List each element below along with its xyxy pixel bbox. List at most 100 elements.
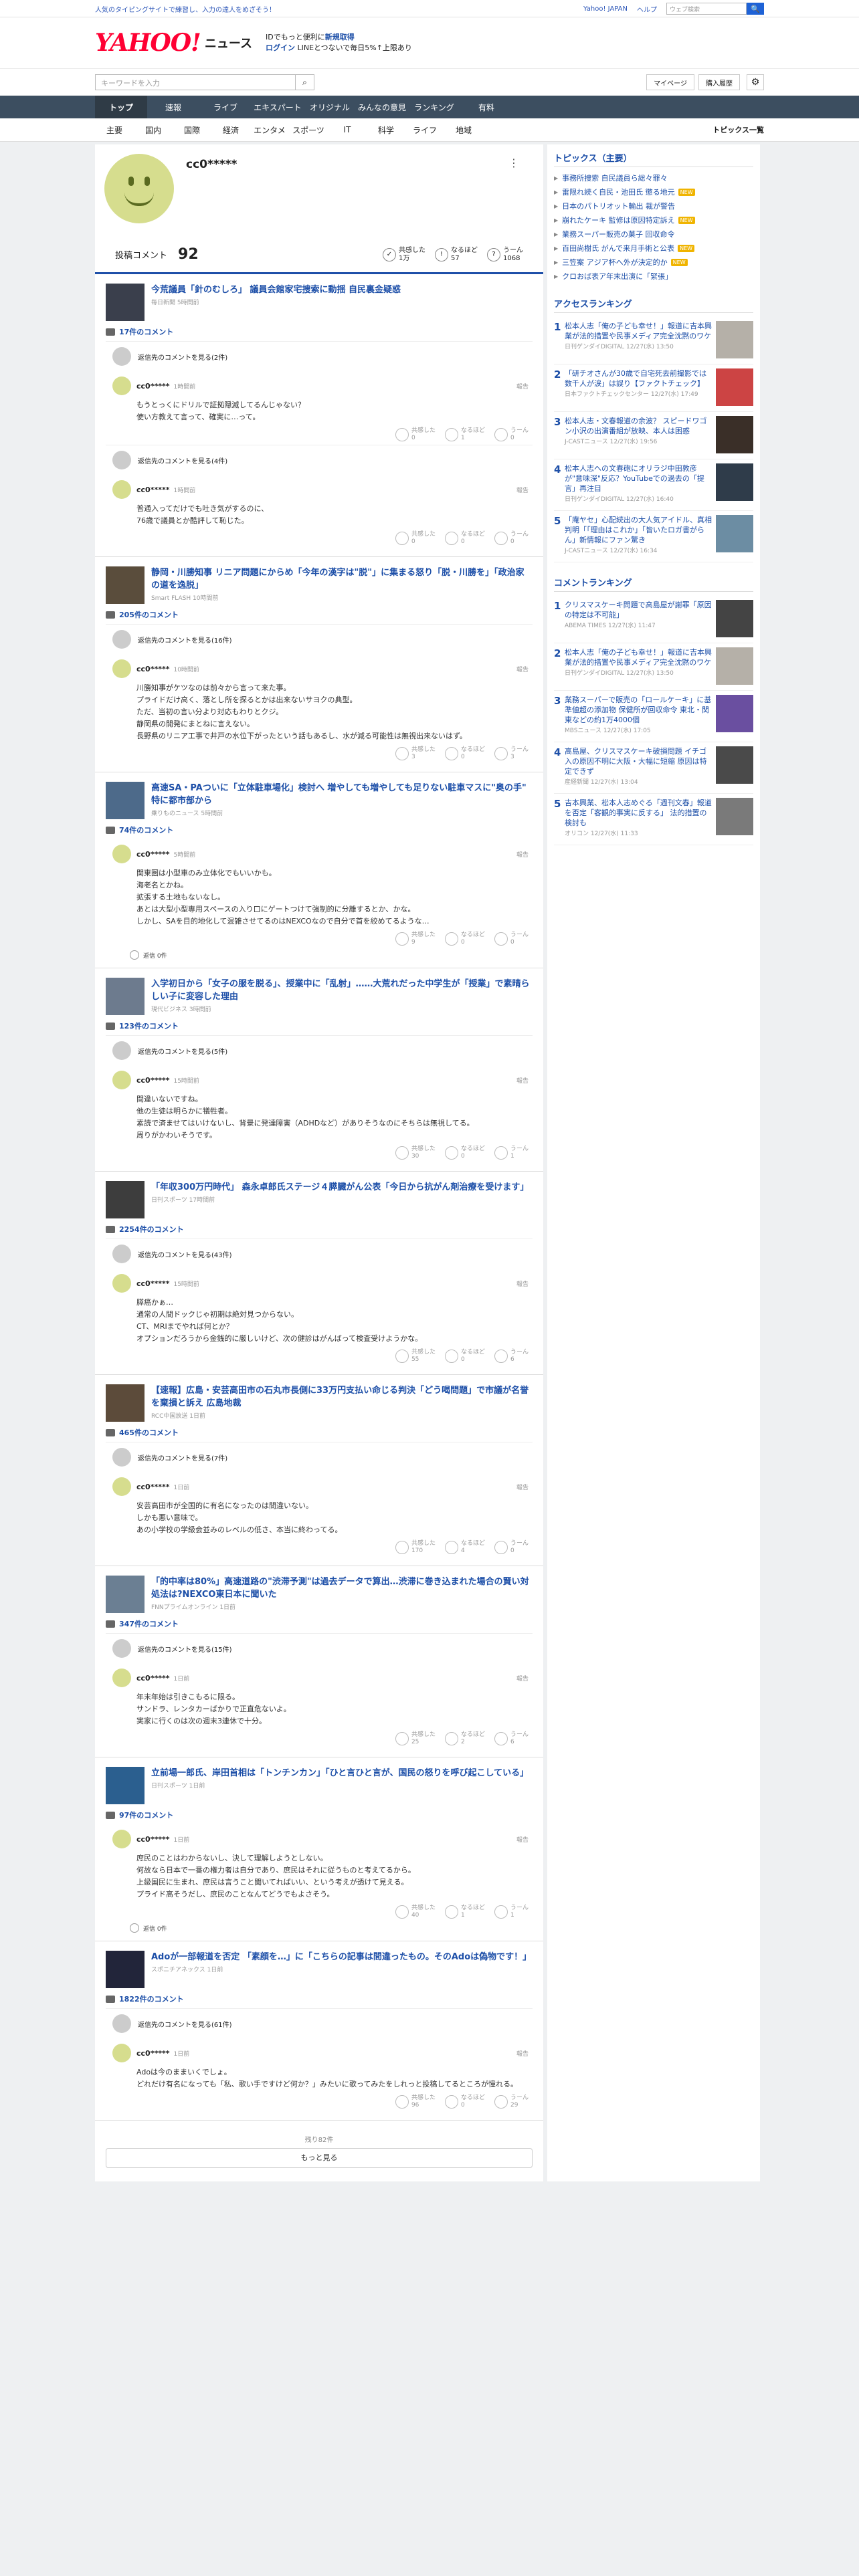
subnav-item[interactable]: ライフ bbox=[405, 124, 444, 136]
rank-thumbnail[interactable] bbox=[716, 515, 753, 552]
reaction-naruhodo-button[interactable]: なるほど 0 bbox=[444, 1146, 485, 1160]
reply-count-text[interactable]: 返信 0件 bbox=[143, 951, 167, 960]
reaction-un-button[interactable]: うーん 0 bbox=[494, 932, 529, 946]
subnav-item[interactable]: 主要 bbox=[95, 124, 134, 136]
nav-tab[interactable]: 有料 bbox=[460, 96, 512, 118]
article-thumbnail[interactable] bbox=[106, 978, 145, 1015]
comment-count-link[interactable]: 97件のコメント bbox=[106, 1810, 533, 1820]
nav-tab[interactable]: トップ bbox=[95, 96, 147, 118]
topic-item[interactable]: ▶ クロおば表ア年末出演に「緊張」 bbox=[554, 270, 753, 284]
comment-ranking-item[interactable]: 4 高島屋、クリスマスケーキ破損問題 イチゴ入の原因不明に大阪・大幅に短縮 原因は… bbox=[554, 742, 753, 794]
yahoo-japan-link[interactable]: Yahoo! JAPAN bbox=[583, 5, 628, 13]
comment-count-text[interactable]: 465件のコメント bbox=[119, 1427, 179, 1438]
article-thumbnail[interactable] bbox=[106, 1951, 145, 1988]
article-title[interactable]: 今荒議員「針のむしろ」 議員会館家宅捜索に動揺 自民裏金疑惑 bbox=[151, 284, 401, 296]
topic-item[interactable]: ▶ 三笠案 アジア杯へ外が決定的か NEW bbox=[554, 255, 753, 270]
reaction-un-button[interactable]: うーん 1 bbox=[494, 1905, 529, 1919]
comment-ranking-item[interactable]: 1 クリスマスケーキ問題で高島屋が謝罪「原因の特定は不可能」 ABEMA TIMES… bbox=[554, 596, 753, 643]
news-search-input[interactable]: キーワードを入力 bbox=[95, 74, 296, 90]
comment-count-text[interactable]: 1822件のコメント bbox=[119, 1994, 184, 2004]
comment-count-link[interactable]: 205件のコメント bbox=[106, 609, 533, 620]
report-link[interactable]: 報告 bbox=[516, 665, 529, 673]
nav-tab[interactable]: ライブ bbox=[199, 96, 252, 118]
rank-thumbnail[interactable] bbox=[716, 647, 753, 685]
reaction-agree-button[interactable]: 共感した 40 bbox=[395, 1905, 436, 1919]
access-ranking-item[interactable]: 5 「庵ヤセ」心配続出の大人気アイドル、真相判明「「理由はこれか」「皆いたロガ書が… bbox=[554, 511, 753, 562]
article-title[interactable]: 「年収300万円時代」 森永卓郎氏ステージ４膵臓がん公表「今日から抗がん剤治療を… bbox=[151, 1181, 529, 1194]
access-ranking-item[interactable]: 4 松本人志への文春砲にオリラジ中田敦彦が"意味深"反応？YouTubeでの過去の… bbox=[554, 459, 753, 511]
reaction-naruhodo-button[interactable]: なるほど 0 bbox=[444, 1349, 485, 1364]
replies-link-text[interactable]: 返信先のコメントを見る(61件) bbox=[138, 2019, 232, 2029]
article-thumbnail[interactable] bbox=[106, 1767, 145, 1804]
report-link[interactable]: 報告 bbox=[516, 850, 529, 859]
rank-title[interactable]: 松本人志「俺の子ども幸せ！」報道に吉本興業が法的措置や民事メディア完全沈黙のワケ bbox=[565, 647, 712, 667]
article-thumbnail[interactable] bbox=[106, 1181, 145, 1218]
subnav-item[interactable]: 経済 bbox=[211, 124, 250, 136]
comment-count-text[interactable]: 74件のコメント bbox=[119, 825, 173, 835]
reaction-agree-button[interactable]: 共感した 0 bbox=[395, 531, 436, 546]
reaction-naruhodo-button[interactable]: なるほど 2 bbox=[444, 1731, 485, 1746]
rank-title[interactable]: 「研チオさんが30歳で自宅死去前撮影では数千人が涙」は誤り【ファクトチェック】 bbox=[565, 368, 712, 389]
comment-ranking-item[interactable]: 5 吉本興業、松本人志めぐる「週刊文春」報道を否定「客観的事実に反する」 法的措置… bbox=[554, 794, 753, 845]
article-title[interactable]: 【速報】広島・安芸高田市の石丸市長側に33万円支払い命じる判決「どう喝問題」で市… bbox=[151, 1384, 533, 1410]
search-icon[interactable]: ⌕ bbox=[296, 74, 314, 90]
article-title[interactable]: 「的中率は80%」高速道路の"渋滞予測"は過去データで算出…渋滞に巻き込まれた場… bbox=[151, 1576, 533, 1601]
subnav-item[interactable]: IT bbox=[328, 125, 367, 134]
reaction-agree-button[interactable]: 共感した 3 bbox=[395, 746, 436, 761]
reaction-naruhodo-button[interactable]: なるほど 0 bbox=[444, 932, 485, 946]
parent-comment-link[interactable]: 返信先のコメントを見る(7件) bbox=[106, 1442, 533, 1472]
comment-ranking-item[interactable]: 2 松本人志「俺の子ども幸せ！」報道に吉本興業が法的措置や民事メディア完全沈黙のワ… bbox=[554, 643, 753, 691]
rank-title[interactable]: 吉本興業、松本人志めぐる「週刊文春」報道を否定「客観的事実に反する」 法的措置の… bbox=[565, 798, 712, 828]
report-link[interactable]: 報告 bbox=[516, 382, 529, 391]
comment-count-link[interactable]: 1822件のコメント bbox=[106, 1994, 533, 2004]
search-icon[interactable]: 🔍 bbox=[747, 3, 764, 15]
mypage-button[interactable]: マイページ bbox=[646, 74, 694, 90]
replies-link-text[interactable]: 返信先のコメントを見る(4件) bbox=[138, 455, 227, 465]
reaction-un-button[interactable]: うーん 29 bbox=[494, 2095, 529, 2109]
reaction-naruhodo-button[interactable]: なるほど 0 bbox=[444, 2095, 485, 2109]
comment-count-text[interactable]: 17件のコメント bbox=[119, 326, 173, 337]
reaction-naruhodo-button[interactable]: なるほど 0 bbox=[444, 746, 485, 761]
reaction-agree-button[interactable]: 共感した 25 bbox=[395, 1731, 436, 1746]
article-title[interactable]: Adoが一部報道を否定 「素顔を…」に「こちらの記事は間違ったもの。そのAdoは… bbox=[151, 1951, 531, 1963]
access-ranking-item[interactable]: 3 松本人志・文春報道の余波？ スピードワゴン小沢の出演番組が放映、本人は困惑 J-… bbox=[554, 412, 753, 459]
topic-item[interactable]: ▶ 業務スーパー販売の菓子 回収命令 bbox=[554, 227, 753, 241]
topic-item[interactable]: ▶ 雷限れ続く自民・池田氏 懲る地元 NEW bbox=[554, 185, 753, 199]
topic-text[interactable]: 事務所捜索 自民議員ら総々罪々 bbox=[562, 171, 668, 185]
topics-list-link[interactable]: トピックス一覧 bbox=[712, 124, 764, 135]
article-title[interactable]: 入学初日から「女子の服を脱る」、授業中に「乱射」……大荒れだった中学生が「授業」… bbox=[151, 978, 533, 1003]
subnav-item[interactable]: 国内 bbox=[134, 124, 173, 136]
reply-count[interactable]: 返信 0件 bbox=[130, 950, 533, 960]
line-promo[interactable]: LINEとつないで毎日5%↑上限あり bbox=[297, 43, 411, 52]
comment-count-link[interactable]: 123件のコメント bbox=[106, 1021, 533, 1031]
report-link[interactable]: 報告 bbox=[516, 1835, 529, 1844]
parent-comment-link[interactable]: 返信先のコメントを見る(15件) bbox=[106, 1633, 533, 1663]
subnav-item[interactable]: スポーツ bbox=[289, 124, 328, 136]
reply-count[interactable]: 返信 0件 bbox=[130, 1923, 533, 1933]
rank-thumbnail[interactable] bbox=[716, 321, 753, 358]
replies-link-text[interactable]: 返信先のコメントを見る(2件) bbox=[138, 352, 227, 362]
parent-comment-link[interactable]: 返信先のコメントを見る(2件) bbox=[106, 341, 533, 371]
comment-count-text[interactable]: 205件のコメント bbox=[119, 609, 179, 620]
topic-item[interactable]: ▶ 崩れたケーキ 監修は原因特定訴え NEW bbox=[554, 213, 753, 227]
comment-ranking-item[interactable]: 3 業務スーパーで販売の「ロールケーキ」に基準値超の添加物 保健所が回収命令 東北… bbox=[554, 691, 753, 742]
promo-link[interactable]: 人気のタイピングサイトで練習し、入力の達人をめざそう！ bbox=[95, 4, 276, 14]
login-link[interactable]: ログイン bbox=[266, 43, 295, 52]
rank-thumbnail[interactable] bbox=[716, 746, 753, 784]
nav-tab[interactable]: 速報 bbox=[147, 96, 199, 118]
more-menu-icon[interactable]: ⋮ bbox=[508, 156, 519, 169]
reaction-un-button[interactable]: うーん 6 bbox=[494, 1731, 529, 1746]
report-link[interactable]: 報告 bbox=[516, 1674, 529, 1683]
reaction-agree-button[interactable]: 共感した 55 bbox=[395, 1349, 436, 1364]
topic-text[interactable]: 崩れたケーキ 監修は原因特定訴え bbox=[562, 213, 675, 227]
reaction-naruhodo-button[interactable]: なるほど 1 bbox=[444, 1905, 485, 1919]
nav-tab[interactable]: みんなの意見 bbox=[356, 96, 408, 118]
rank-title[interactable]: 松本人志への文春砲にオリラジ中田敦彦が"意味深"反応？YouTubeでの過去の「… bbox=[565, 463, 712, 494]
rank-thumbnail[interactable] bbox=[716, 798, 753, 835]
purchase-history-button[interactable]: 購入履歴 bbox=[698, 74, 740, 90]
rank-thumbnail[interactable] bbox=[716, 416, 753, 453]
article-thumbnail[interactable] bbox=[106, 284, 145, 321]
replies-link-text[interactable]: 返信先のコメントを見る(43件) bbox=[138, 1249, 232, 1259]
comment-count-link[interactable]: 465件のコメント bbox=[106, 1427, 533, 1438]
signup-link[interactable]: 新規取得 bbox=[325, 33, 355, 41]
